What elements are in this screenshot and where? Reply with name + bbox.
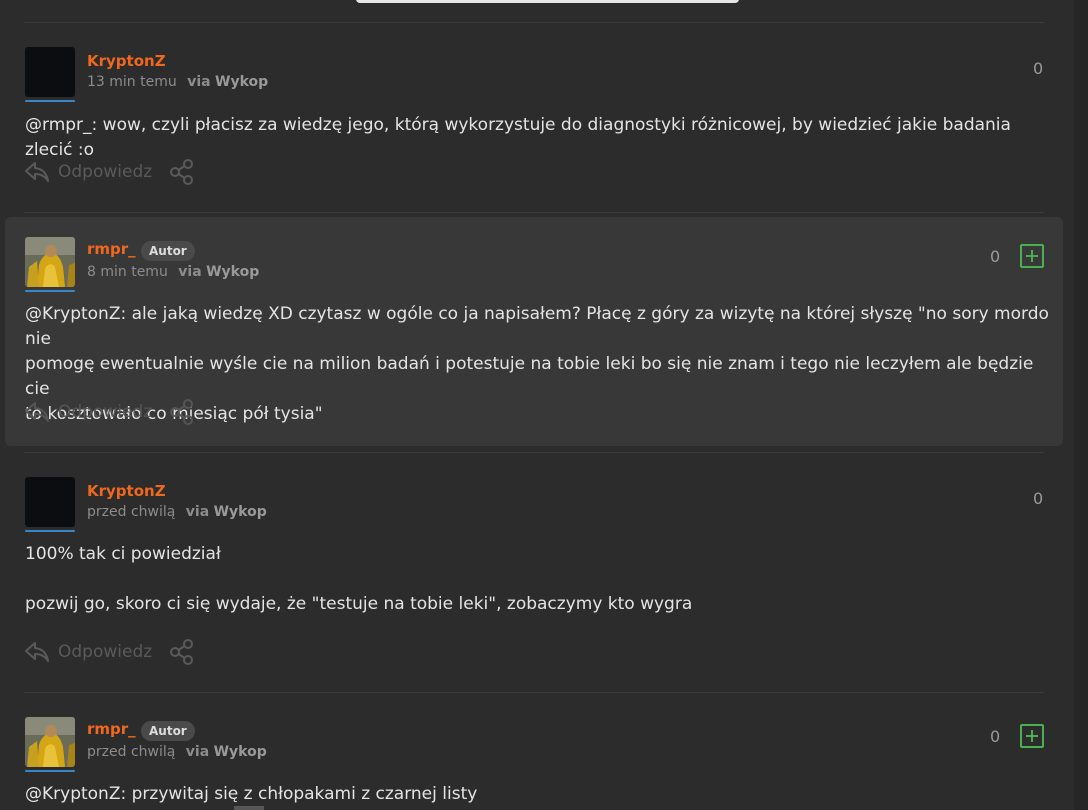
reply-button[interactable]: Odpowiedz [58,642,152,662]
via-source[interactable]: Wykop [214,744,267,760]
avatar-underline [25,770,75,772]
comment-item: rmpr_ Autor przed chwilą via Wykop 0 @Kr… [0,693,1074,810]
comment-meta: 13 min temu via Wykop [87,74,268,90]
comment-meta: 8 min temu via Wykop [87,264,259,280]
bottom-indicator [234,806,264,810]
plus-square-icon[interactable] [1020,244,1044,268]
author-badge: Autor [141,241,195,261]
reply-arrow-icon[interactable] [24,160,50,184]
comment-text: : przywitaj się z chłopakami z czarnej l… [120,784,478,804]
reply-button[interactable]: Odpowiedz [58,402,152,422]
comment-meta: przed chwilą via Wykop [87,744,267,760]
comment-item-highlighted: rmpr_ Autor 8 min temu via Wykop 0 @Kryp… [5,217,1063,446]
mention-link[interactable]: @KryptonZ [25,304,120,324]
author-badge: Autor [141,721,195,741]
comment-body: @KryptonZ: przywitaj się z chłopakami z … [25,782,1055,807]
comment-time[interactable]: przed chwilą [87,744,175,760]
via-source[interactable]: Wykop [206,264,259,280]
via-source[interactable]: Wykop [215,74,268,90]
avatar[interactable] [25,477,75,527]
via-source[interactable]: Wykop [214,504,267,520]
comment-meta: przed chwilą via Wykop [87,504,267,520]
comment-text-line: pomogę ewentualnie wyśle cie na milion b… [25,354,1034,399]
comment-text: : wow, czyli płacisz za wiedzę jego, któ… [25,115,1011,160]
comment-body-para: pozwij go, skoro ci się wydaje, że "test… [25,594,693,614]
comment-time[interactable]: 13 min temu [87,74,177,90]
comment-actions: Odpowiedz [24,637,196,667]
comment-text-line: : ale jaką wiedzę XD czytasz w ogóle co … [25,304,1049,349]
comment-actions: Odpowiedz [24,397,196,427]
avatar[interactable] [25,237,75,287]
vote-score: 0 [1033,489,1044,508]
divider [24,212,1044,213]
scrollbar[interactable] [1074,0,1088,810]
plus-square-icon[interactable] [1020,724,1044,748]
author-name[interactable]: KryptonZ [87,482,166,500]
via-prefix: via [185,504,210,520]
share-icon[interactable] [168,158,196,186]
mention-link[interactable]: @KryptonZ [25,784,120,804]
mention-link[interactable]: @rmpr_ [25,115,92,135]
comment-item: KryptonZ przed chwilą via Wykop 0 100% t… [0,453,1074,691]
comment-body: @rmpr_: wow, czyli płacisz za wiedzę jeg… [25,113,1055,163]
vote-score: 0 [990,727,1001,746]
avatar-underline [25,530,75,532]
comment-time[interactable]: przed chwilą [87,504,175,520]
reply-arrow-icon[interactable] [24,400,50,424]
author-name[interactable]: KryptonZ [87,52,166,70]
avatar-underline [25,290,75,292]
reply-arrow-icon[interactable] [24,640,50,664]
comment-time[interactable]: 8 min temu [87,264,168,280]
avatar[interactable] [25,717,75,767]
avatar-underline [25,100,75,102]
vote-score: 0 [990,247,1001,266]
comments-page: KryptonZ 13 min temu via Wykop 0 @rmpr_:… [0,0,1088,810]
comment-item: KryptonZ 13 min temu via Wykop 0 @rmpr_:… [0,23,1074,213]
comment-actions: Odpowiedz [24,157,196,187]
vote-score: 0 [1033,59,1044,78]
top-overlay-bar [356,0,739,3]
author-name[interactable]: rmpr_ [87,240,136,258]
reply-button[interactable]: Odpowiedz [58,162,152,182]
author-name[interactable]: rmpr_ [87,720,136,738]
share-icon[interactable] [168,638,196,666]
via-prefix: via [187,74,211,90]
via-prefix: via [185,744,210,760]
avatar[interactable] [25,47,75,97]
via-prefix: via [178,264,202,280]
share-icon[interactable] [168,398,196,426]
comment-body-para: 100% tak ci powiedział [25,544,221,564]
